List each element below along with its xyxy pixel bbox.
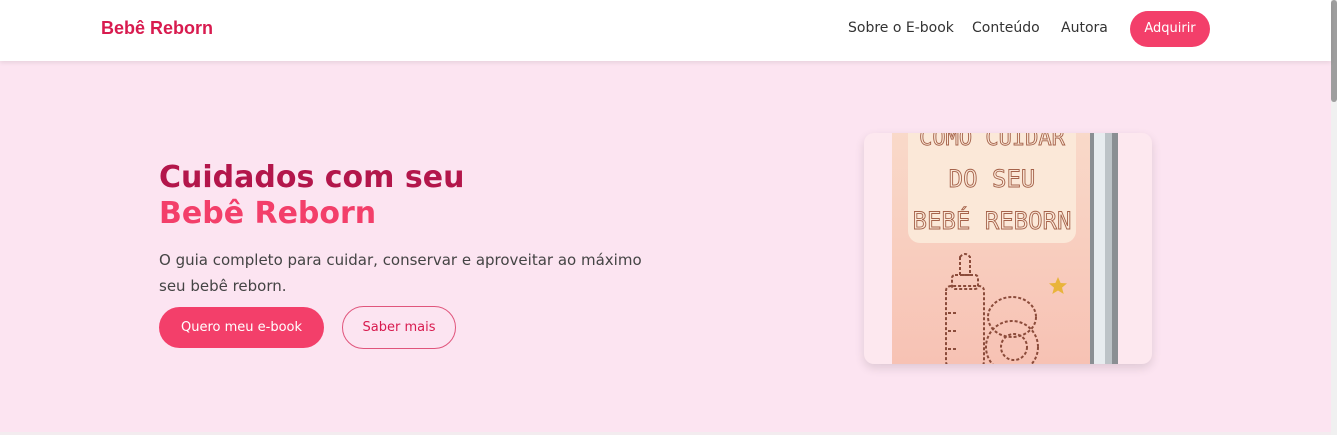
hero-title-line1: Cuidados com seu <box>159 160 465 195</box>
ebook-cover-image: COMO CUIDAR DO SEU BEBÉ REBORN <box>892 133 1118 364</box>
ebook-cover-card: COMO CUIDAR DO SEU BEBÉ REBORN <box>864 133 1152 364</box>
hero-description: O guia completo para cuidar, conservar e… <box>159 251 642 295</box>
hero-title-line2: Bebê Reborn <box>159 196 377 231</box>
top-navbar: Bebê Reborn Sobre o E-book Conteúdo Auto… <box>0 0 1331 61</box>
quero-ebook-button[interactable]: Quero meu e-book <box>159 307 324 348</box>
adquirir-button[interactable]: Adquirir <box>1130 11 1210 47</box>
page-scrollbar[interactable] <box>1331 0 1337 435</box>
cover-title-line2: DO SEU <box>949 165 1036 193</box>
brand-logo[interactable]: Bebê Reborn <box>101 18 213 39</box>
nav-link-conteudo[interactable]: Conteúdo <box>972 20 1040 36</box>
cover-title-line3: BEBÉ REBORN <box>913 206 1072 235</box>
cover-title-line1: COMO CUIDAR <box>919 133 1065 151</box>
nav-link-autora[interactable]: Autora <box>1061 20 1108 36</box>
scrollbar-thumb[interactable] <box>1331 0 1337 102</box>
saber-mais-button[interactable]: Saber mais <box>342 306 456 349</box>
nav-link-sobre[interactable]: Sobre o E-book <box>848 20 954 36</box>
